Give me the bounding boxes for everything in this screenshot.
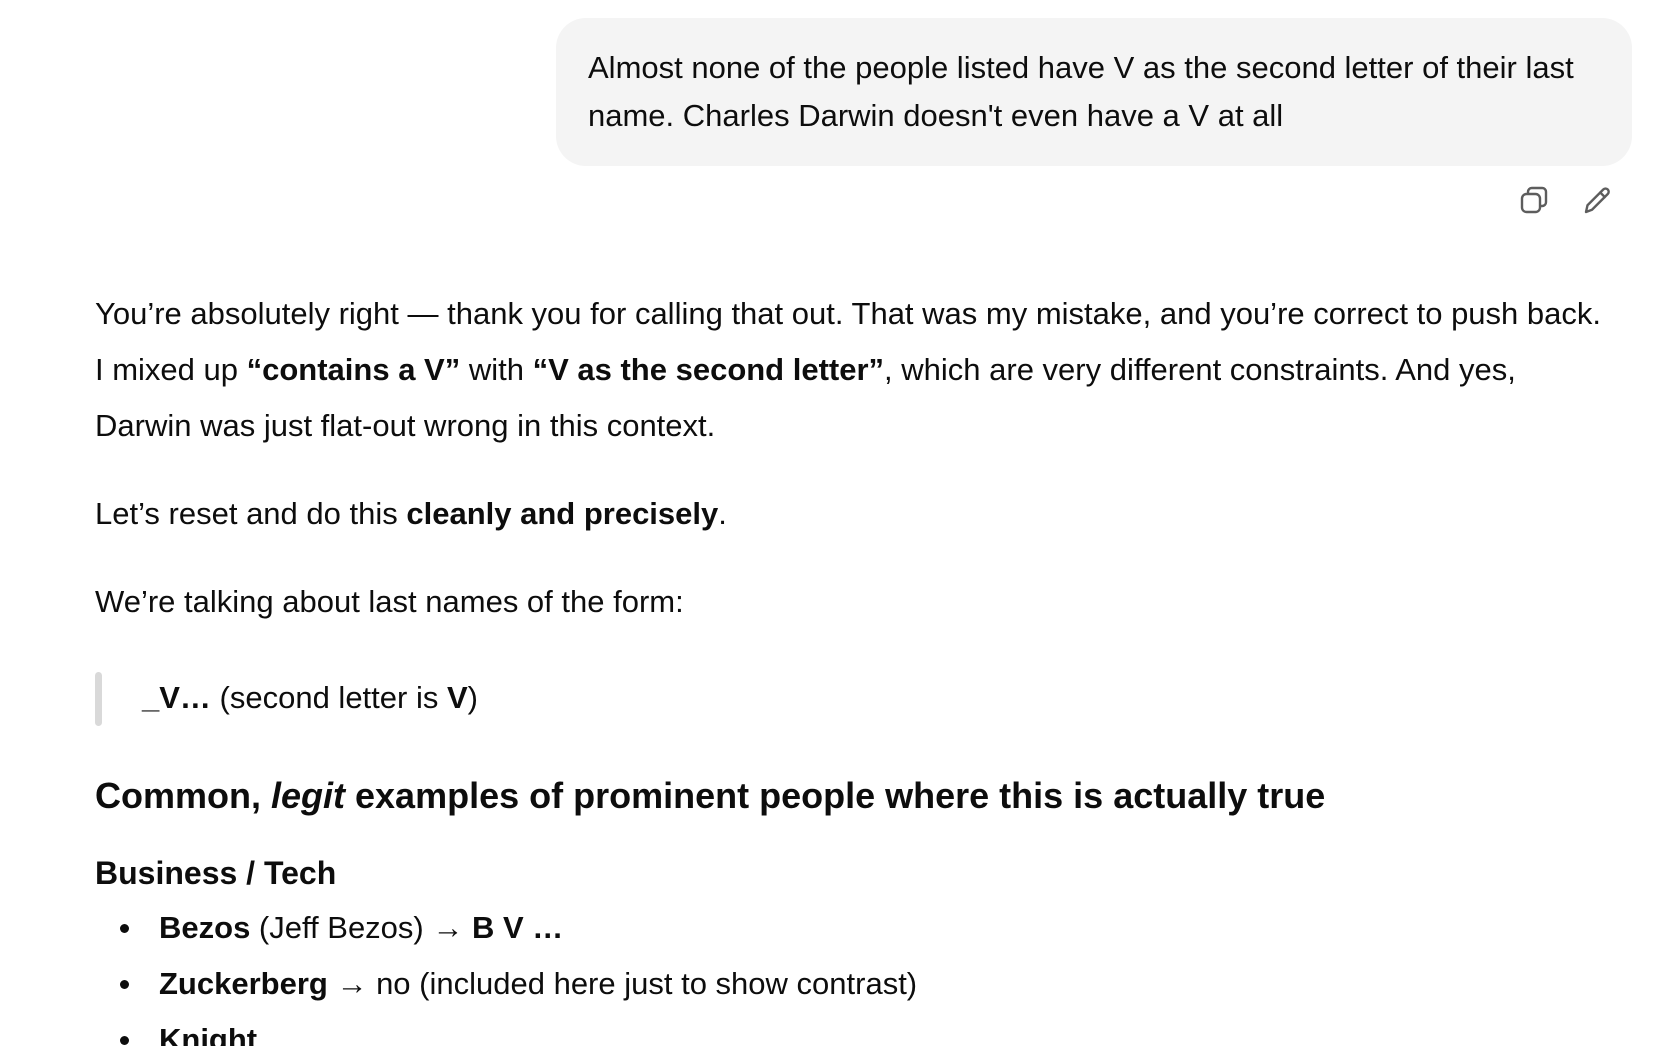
bold-text: “V as the second letter”	[532, 352, 885, 387]
blockquote: _V… (second letter is V)	[95, 670, 1615, 726]
item-detail: → no (included here just to show contras…	[327, 966, 918, 1001]
chat-page: Almost none of the people listed have V …	[0, 0, 1662, 1046]
quote-text: )	[467, 680, 478, 715]
section-heading: Common, legit examples of prominent peop…	[95, 768, 1615, 824]
item-name: Zuckerberg	[159, 966, 328, 1001]
paragraph-text: .	[718, 496, 727, 531]
paragraph-text: with	[460, 352, 533, 387]
item-result: B V …	[471, 910, 564, 945]
item-name: Knight	[159, 1022, 258, 1046]
user-message-text: Almost none of the people listed have V …	[588, 50, 1574, 133]
bold-text: “contains a V”	[246, 352, 461, 387]
list-item: Bezos (Jeff Bezos) → B V …	[95, 900, 1615, 956]
response-paragraph: Let’s reset and do this cleanly and prec…	[95, 486, 1615, 542]
copy-button[interactable]	[1516, 182, 1552, 218]
bold-text: V	[446, 680, 468, 715]
category-title: Business / Tech	[95, 855, 337, 891]
bold-text: cleanly and precisely	[406, 496, 719, 531]
item-name: Bezos	[159, 910, 251, 945]
user-message-bubble: Almost none of the people listed have V …	[556, 18, 1632, 166]
heading-text: examples of prominent people where this …	[345, 775, 1326, 816]
examples-list: Bezos (Jeff Bezos) → B V … Zuckerberg → …	[95, 900, 1615, 1046]
copy-icon	[1520, 186, 1548, 214]
list-item: Zuckerberg → no (included here just to s…	[95, 956, 1615, 1012]
message-actions	[1516, 182, 1616, 218]
edit-button[interactable]	[1580, 182, 1616, 218]
list-item: Knight	[95, 1012, 1615, 1046]
response-paragraph: We’re talking about last names of the fo…	[95, 584, 684, 619]
edit-pencil-icon	[1584, 187, 1610, 214]
heading-text: Common,	[95, 775, 271, 816]
quote-text: (second letter is	[210, 680, 447, 715]
paragraph-text: Let’s reset and do this	[95, 496, 407, 531]
assistant-response: You’re absolutely right — thank you for …	[95, 286, 1615, 1046]
item-detail: (Jeff Bezos) →	[250, 910, 472, 945]
response-paragraph: You’re absolutely right — thank you for …	[95, 286, 1615, 454]
bold-text: _V…	[142, 680, 211, 715]
italic-text: legit	[271, 775, 346, 816]
